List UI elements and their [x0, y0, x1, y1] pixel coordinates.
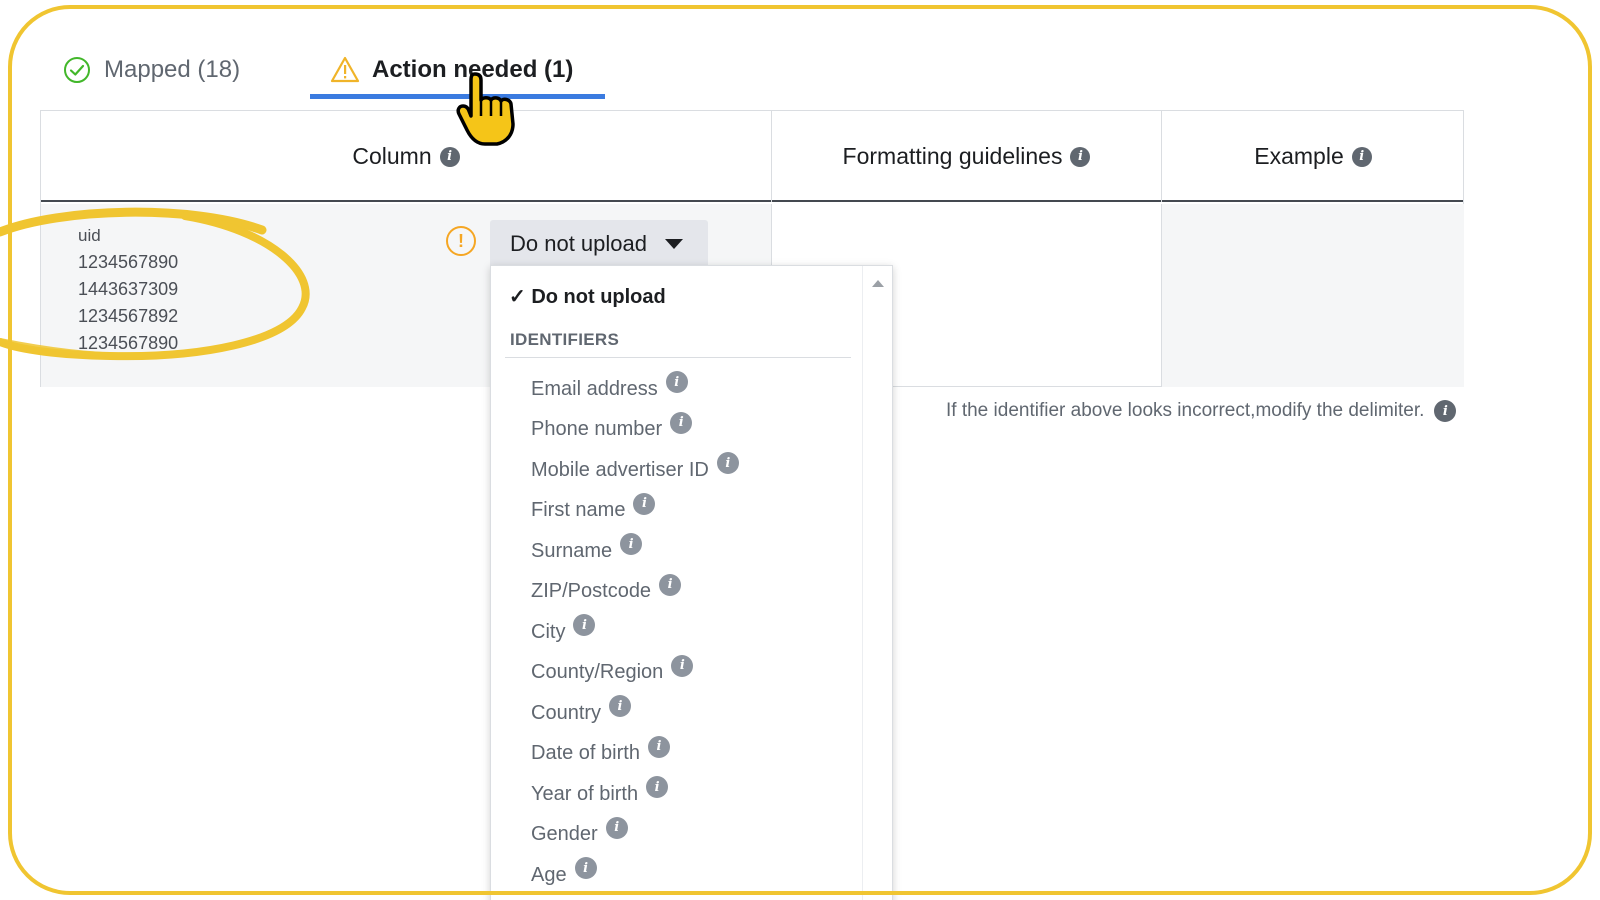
info-icon[interactable]: i: [633, 492, 656, 515]
info-icon[interactable]: i: [605, 816, 628, 839]
info-icon[interactable]: i: [609, 695, 632, 718]
tab-action-needed[interactable]: Action needed (1): [330, 40, 573, 100]
sample-value: 1234567890: [78, 252, 179, 272]
dropdown-option-selected[interactable]: ✓ Do not upload: [509, 284, 666, 309]
exclamation-circle-icon: !: [446, 226, 476, 256]
dropdown-option-gender[interactable]: Gender i: [531, 815, 739, 856]
dropdown-scrollbar[interactable]: [862, 266, 892, 900]
dropdown-option-region[interactable]: County/Region i: [531, 653, 739, 694]
info-icon[interactable]: i: [716, 452, 739, 475]
info-icon[interactable]: i: [647, 735, 670, 758]
column-header-column: Column i: [41, 111, 771, 202]
column-header-example: Example i: [1161, 111, 1464, 202]
sample-header: uid: [78, 226, 101, 245]
mapping-select-value: Do not upload: [510, 231, 647, 256]
info-icon[interactable]: i: [1351, 146, 1372, 167]
tab-mapped[interactable]: Mapped (18): [62, 40, 240, 100]
dropdown-option-email[interactable]: Email address i: [531, 369, 739, 410]
sample-values: uid 1234567890 1443637309 1234567892 123…: [78, 222, 178, 357]
sample-value: 1443637309: [78, 279, 179, 299]
table-header: Column i Formatting guidelines i Example…: [41, 111, 1463, 202]
dropdown-option-yob[interactable]: Year of birth i: [531, 774, 739, 815]
dropdown-option-maid[interactable]: Mobile advertiser ID i: [531, 450, 739, 491]
warning-triangle-icon: [330, 55, 360, 85]
info-icon[interactable]: i: [1070, 146, 1091, 167]
info-icon[interactable]: i: [670, 411, 693, 434]
dropdown-option-country[interactable]: Country i: [531, 693, 739, 734]
info-icon[interactable]: i: [1434, 400, 1457, 422]
info-icon[interactable]: i: [665, 371, 688, 394]
dropdown-option-city[interactable]: City i: [531, 612, 739, 653]
dropdown-option-zip[interactable]: ZIP/Postcode i: [531, 572, 739, 613]
dropdown-option-list: Email address i Phone number i Mobile adve…: [531, 369, 739, 896]
info-icon[interactable]: i: [671, 654, 694, 677]
example-cell: [1161, 204, 1464, 387]
tab-mapped-label: Mapped (18): [104, 56, 241, 83]
dropdown-option-surname[interactable]: Surname i: [531, 531, 739, 572]
dropdown-section-identifiers: IDENTIFIERS: [510, 330, 620, 349]
dropdown-option-dob[interactable]: Date of birth i: [531, 734, 739, 775]
info-icon[interactable]: i: [646, 776, 669, 799]
sample-value: 1234567892: [78, 306, 179, 326]
dropdown-divider: [505, 357, 851, 358]
dropdown-option-first-name[interactable]: First name i: [531, 491, 739, 532]
dropdown-option-age[interactable]: Age i: [531, 855, 739, 896]
modify-delimiter-link[interactable]: modify the delimiter.: [1255, 400, 1424, 422]
info-icon[interactable]: i: [620, 533, 643, 556]
mapping-select-button[interactable]: Do not upload: [490, 220, 708, 268]
mapping-dropdown-menu: ✓ Do not upload IDENTIFIERS Email addres…: [490, 265, 893, 900]
delimiter-hint: If the identifier above looks incorrect,…: [946, 400, 1457, 422]
sample-value: 1234567890: [78, 333, 179, 353]
info-icon[interactable]: i: [574, 857, 597, 880]
caret-down-icon: [665, 239, 683, 249]
dropdown-option-phone[interactable]: Phone number i: [531, 410, 739, 451]
hand-pointer-cursor-icon: [456, 72, 515, 146]
checkmark-icon: ✓: [509, 286, 526, 308]
scroll-up-arrow-icon[interactable]: [872, 280, 884, 287]
check-circle-icon: [62, 55, 92, 85]
hint-text: If the identifier above looks incorrect,: [946, 400, 1256, 421]
info-icon[interactable]: i: [573, 614, 596, 637]
info-icon[interactable]: i: [659, 573, 682, 596]
info-icon[interactable]: i: [439, 146, 460, 167]
column-header-formatting: Formatting guidelines i: [771, 111, 1161, 202]
